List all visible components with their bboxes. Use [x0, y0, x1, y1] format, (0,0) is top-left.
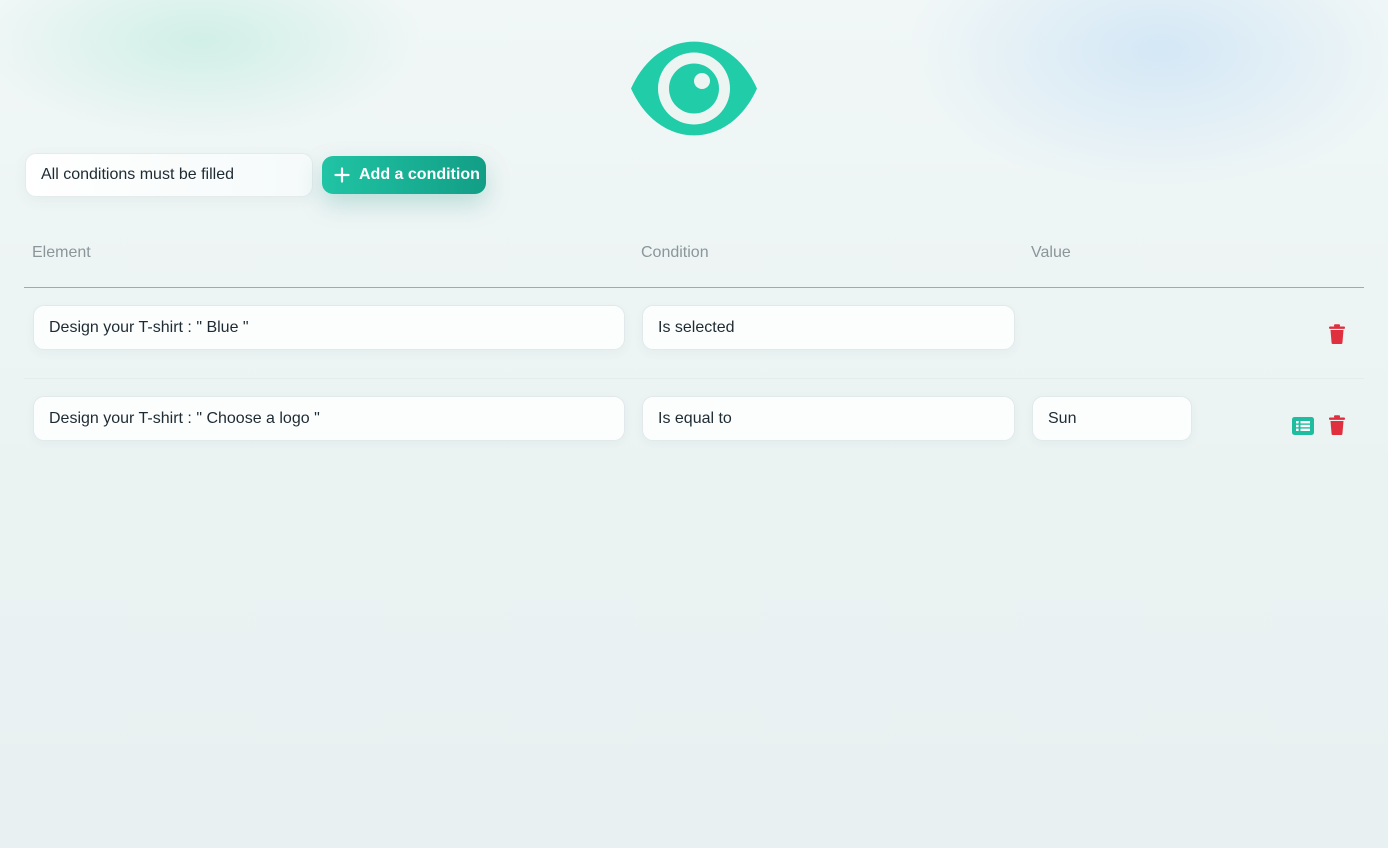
header-divider	[24, 287, 1364, 288]
list-icon[interactable]	[1292, 415, 1314, 437]
match-mode-value: All conditions must be filled	[41, 166, 234, 183]
condition-value: Is equal to	[658, 409, 732, 427]
element-value: Design your T-shirt : " Blue "	[49, 318, 249, 336]
add-condition-label: Add a condition	[359, 166, 480, 183]
column-header-condition: Condition	[641, 244, 709, 261]
condition-select[interactable]: Is equal to	[642, 396, 1015, 441]
eye-icon	[631, 41, 757, 136]
value-text: Sun	[1048, 409, 1077, 427]
element-select[interactable]: Design your T-shirt : " Blue "	[33, 305, 625, 350]
element-value: Design your T-shirt : " Choose a logo "	[49, 409, 320, 427]
column-header-value: Value	[1031, 244, 1071, 261]
condition-value: Is selected	[658, 318, 735, 336]
plus-icon	[334, 167, 350, 183]
column-header-element: Element	[32, 244, 91, 261]
element-select[interactable]: Design your T-shirt : " Choose a logo "	[33, 396, 625, 441]
trash-icon[interactable]	[1326, 323, 1348, 345]
row-divider	[24, 378, 1364, 379]
condition-select[interactable]: Is selected	[642, 305, 1015, 350]
value-select[interactable]: Sun	[1032, 396, 1192, 441]
trash-icon[interactable]	[1326, 414, 1348, 436]
add-condition-button[interactable]: Add a condition	[322, 156, 486, 194]
match-mode-select[interactable]: All conditions must be filled	[25, 153, 313, 197]
